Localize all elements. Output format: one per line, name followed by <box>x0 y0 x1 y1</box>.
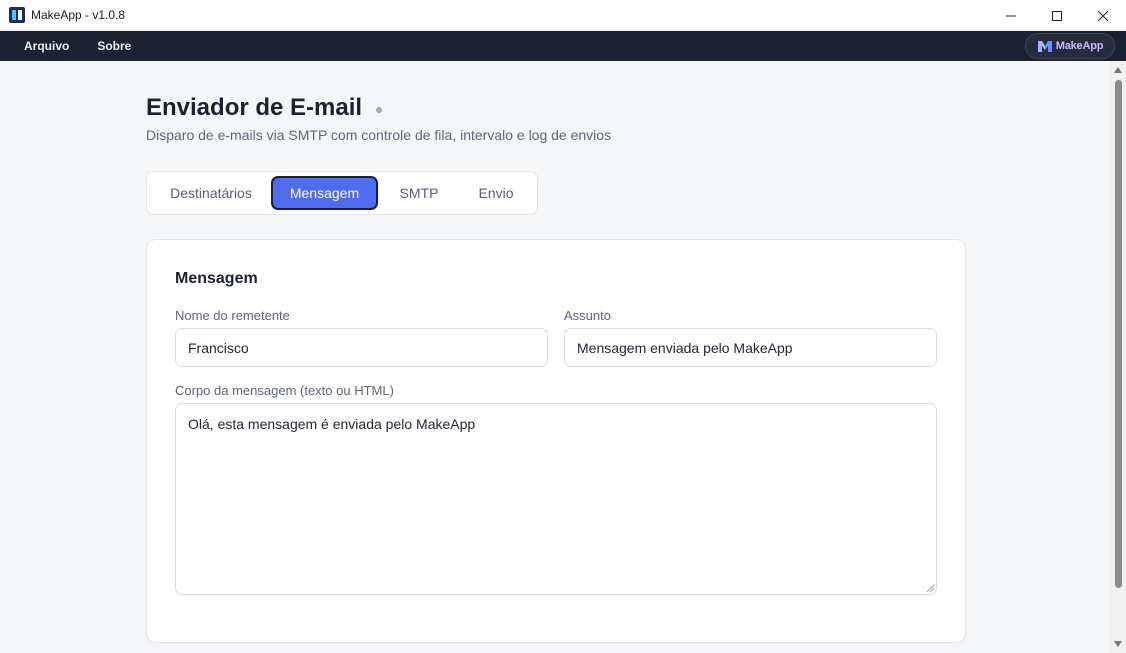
app-logo-icon <box>9 7 25 23</box>
brand-name: MakeApp <box>1055 40 1104 52</box>
minimize-icon <box>1006 15 1016 16</box>
title-bar: MakeApp - v1.0.8 <box>0 0 1126 31</box>
sender-name-label: Nome do remetente <box>175 308 290 323</box>
tab-destinatarios[interactable]: Destinatários <box>151 176 271 210</box>
resize-grip-icon[interactable] <box>926 584 934 592</box>
body-label: Corpo da mensagem (texto ou HTML) <box>175 383 394 398</box>
tab-smtp[interactable]: SMTP <box>378 176 460 210</box>
card-title: Mensagem <box>175 270 258 287</box>
subject-label: Assunto <box>564 308 611 323</box>
close-button[interactable] <box>1080 0 1126 31</box>
subject-input[interactable]: Mensagem enviada pelo MakeApp <box>564 328 937 367</box>
brand-badge[interactable]: MakeApp <box>1025 33 1115 59</box>
menu-sobre[interactable]: Sobre <box>69 39 131 53</box>
message-body-textarea[interactable]: Olá, esta mensagem é enviada pelo MakeAp… <box>175 403 937 595</box>
scroll-down-arrow-icon[interactable] <box>1114 641 1122 647</box>
message-card: Mensagem Nome do remetente Francisco Ass… <box>146 239 966 643</box>
window-title: MakeApp - v1.0.8 <box>31 8 126 22</box>
page-title: Enviador de E-mail <box>146 94 383 122</box>
menu-bar: Arquivo Sobre MakeApp <box>0 31 1126 61</box>
minimize-button[interactable] <box>988 0 1034 31</box>
tab-bar: Destinatários Mensagem SMTP Envio <box>146 171 538 215</box>
scroll-thumb[interactable] <box>1115 80 1122 588</box>
tab-mensagem[interactable]: Mensagem <box>271 176 378 210</box>
maximize-button[interactable] <box>1034 0 1080 31</box>
scroll-up-arrow-icon[interactable] <box>1114 67 1122 73</box>
page-title-text: Enviador de E-mail <box>146 94 363 121</box>
brand-logo-icon <box>1037 40 1052 52</box>
page-subtitle: Disparo de e-mails via SMTP com controle… <box>146 127 612 143</box>
close-icon <box>1098 10 1108 21</box>
vertical-scrollbar[interactable] <box>1110 61 1126 653</box>
window-controls <box>988 0 1126 31</box>
menu-arquivo[interactable]: Arquivo <box>0 39 69 53</box>
status-dot-icon <box>376 107 383 113</box>
maximize-icon <box>1052 10 1062 21</box>
message-body-text: Olá, esta mensagem é enviada pelo MakeAp… <box>188 416 476 432</box>
sender-name-input[interactable]: Francisco <box>175 328 548 367</box>
tab-envio[interactable]: Envio <box>460 176 532 210</box>
